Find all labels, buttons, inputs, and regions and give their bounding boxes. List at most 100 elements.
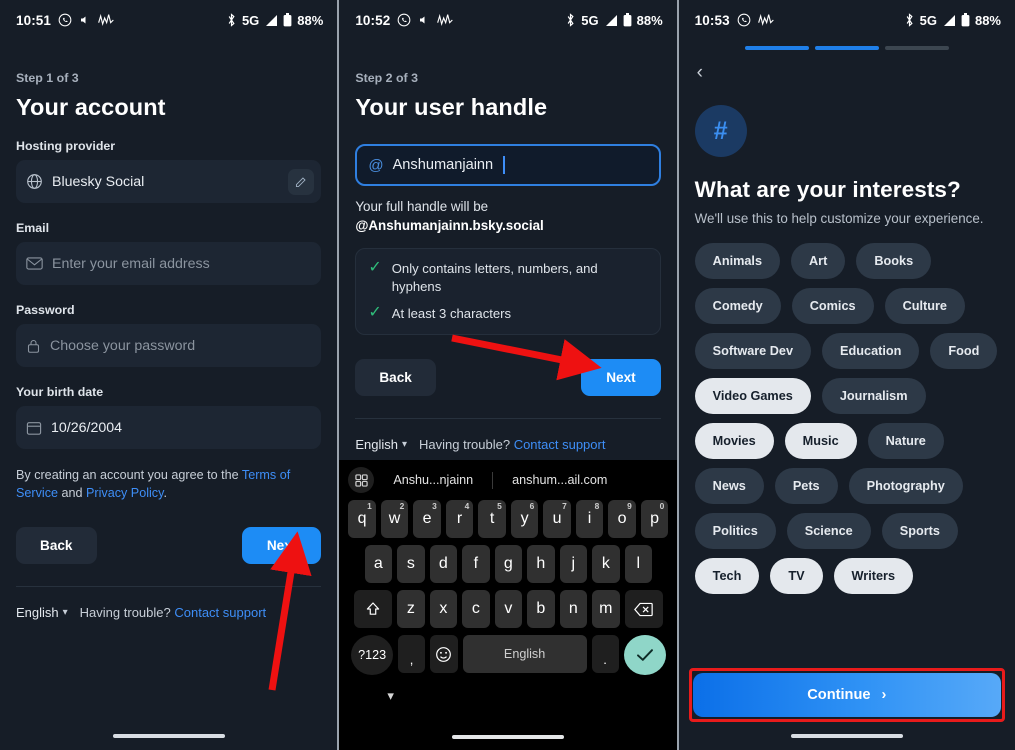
- password-field[interactable]: Choose your password: [16, 324, 322, 367]
- birthdate-field[interactable]: 10/26/2004: [16, 406, 322, 449]
- key-c[interactable]: c: [462, 590, 490, 628]
- signal-icon: [604, 14, 618, 27]
- suggestion-2[interactable]: anshum...ail.com: [503, 473, 616, 487]
- terms-text: By creating an account you agree to the …: [16, 466, 321, 503]
- interest-chip-tech[interactable]: Tech: [694, 558, 760, 594]
- interest-chip-books[interactable]: Books: [856, 243, 932, 279]
- panel-step-3: 10:53 5G 88% ‹ # What are your interests…: [678, 0, 1015, 750]
- key-n[interactable]: n: [559, 590, 588, 628]
- edit-hosting-button[interactable]: [288, 168, 315, 195]
- next-button[interactable]: Next: [241, 526, 322, 564]
- keyboard-row-4: ?123 , English .: [339, 635, 676, 675]
- continue-button[interactable]: Continue ›: [692, 673, 1001, 717]
- back-button[interactable]: Back: [16, 526, 97, 564]
- interest-chip-politics[interactable]: Politics: [694, 513, 776, 549]
- key-u[interactable]: 7u: [543, 500, 571, 538]
- key-z[interactable]: z: [397, 590, 425, 628]
- key-w[interactable]: 2w: [380, 500, 409, 538]
- key-b[interactable]: b: [527, 590, 555, 628]
- key-o[interactable]: 9o: [608, 500, 636, 538]
- interest-chip-science[interactable]: Science: [786, 513, 871, 549]
- footer-divider: [16, 585, 322, 587]
- key-t[interactable]: 5t: [478, 500, 506, 538]
- back-chevron-icon[interactable]: ‹: [697, 62, 703, 83]
- key-i-alt: 8: [594, 501, 600, 511]
- hashtag-avatar: #: [694, 105, 747, 157]
- key-s[interactable]: s: [397, 545, 425, 583]
- email-field[interactable]: Enter your email address: [16, 242, 322, 285]
- checkmark-icon: [636, 649, 653, 661]
- home-indicator[interactable]: [452, 735, 565, 739]
- interest-chip-animals[interactable]: Animals: [694, 243, 781, 279]
- interest-chip-comics[interactable]: Comics: [791, 288, 874, 324]
- interest-chip-news[interactable]: News: [694, 468, 764, 504]
- key-y[interactable]: 6y: [510, 500, 539, 538]
- key-i[interactable]: 8i: [575, 500, 604, 538]
- key-g[interactable]: g: [494, 545, 523, 583]
- hosting-provider-field[interactable]: Bluesky Social: [16, 160, 322, 203]
- comma-key[interactable]: ,: [398, 635, 426, 673]
- interest-chip-art[interactable]: Art: [791, 243, 846, 279]
- key-h[interactable]: h: [527, 545, 555, 583]
- language-selector[interactable]: English ▾: [16, 605, 68, 620]
- language-label: English: [355, 437, 398, 453]
- key-r[interactable]: 4r: [445, 500, 474, 538]
- interest-chip-culture[interactable]: Culture: [884, 288, 965, 324]
- backspace-key[interactable]: [624, 590, 663, 628]
- status-bar-left: 10:51: [16, 13, 114, 28]
- status-bar: 10:52 5G 88%: [339, 0, 676, 40]
- key-j[interactable]: j: [559, 545, 588, 583]
- numeric-key[interactable]: ?123: [351, 635, 394, 675]
- interest-chip-music[interactable]: Music: [784, 423, 857, 459]
- interest-chip-sports[interactable]: Sports: [881, 513, 958, 549]
- interest-chip-journalism[interactable]: Journalism: [821, 378, 926, 414]
- shift-key[interactable]: [354, 590, 393, 628]
- emoji-key[interactable]: [430, 635, 458, 673]
- key-e[interactable]: 3e: [413, 500, 441, 538]
- interest-chip-tv[interactable]: TV: [770, 558, 823, 594]
- interest-chip-food[interactable]: Food: [930, 333, 998, 369]
- interest-chip-photography[interactable]: Photography: [848, 468, 963, 504]
- hide-keyboard-icon[interactable]: ▾: [387, 688, 394, 704]
- key-f[interactable]: f: [462, 545, 490, 583]
- key-l[interactable]: l: [624, 545, 653, 583]
- interest-chip-education[interactable]: Education: [822, 333, 920, 369]
- signal-icon: [942, 14, 956, 27]
- key-p[interactable]: 0p: [640, 500, 669, 538]
- interest-chip-video-games[interactable]: Video Games: [694, 378, 811, 414]
- key-d[interactable]: d: [429, 545, 458, 583]
- key-x[interactable]: x: [429, 590, 458, 628]
- interest-chip-nature[interactable]: Nature: [867, 423, 944, 459]
- contact-support-link[interactable]: Contact support: [514, 437, 606, 452]
- terms-middle: and: [58, 486, 87, 501]
- home-indicator[interactable]: [112, 734, 225, 738]
- suggestion-1[interactable]: Anshu...njainn: [384, 473, 482, 487]
- globe-icon: [26, 173, 43, 190]
- suggestion-separator: [492, 471, 494, 489]
- interest-chip-pets[interactable]: Pets: [774, 468, 838, 504]
- interest-chip-writers[interactable]: Writers: [833, 558, 914, 594]
- key-v[interactable]: v: [494, 590, 523, 628]
- interest-chip-software-dev[interactable]: Software Dev: [694, 333, 812, 369]
- period-key[interactable]: .: [591, 635, 619, 673]
- enter-key[interactable]: [623, 635, 666, 675]
- panel-step-1: 10:51 5G 88% Step 1 of 3 Your account Ho…: [0, 0, 338, 750]
- whatsapp-icon: [58, 13, 72, 27]
- contact-support-link[interactable]: Contact support: [174, 605, 266, 620]
- interest-chip-comedy[interactable]: Comedy: [694, 288, 781, 324]
- space-key[interactable]: English: [462, 635, 587, 673]
- back-button[interactable]: Back: [355, 359, 436, 397]
- key-m[interactable]: m: [592, 590, 620, 628]
- home-indicator[interactable]: [790, 734, 903, 738]
- at-icon: @: [368, 156, 384, 174]
- interest-chip-movies[interactable]: Movies: [694, 423, 774, 459]
- keyboard-grid-icon[interactable]: [348, 467, 375, 493]
- key-a[interactable]: a: [364, 545, 393, 583]
- next-button[interactable]: Next: [581, 359, 661, 397]
- privacy-policy-link[interactable]: Privacy Policy: [86, 486, 163, 500]
- language-selector[interactable]: English ▾: [355, 437, 407, 452]
- key-k[interactable]: k: [592, 545, 620, 583]
- key-q[interactable]: 1q: [348, 500, 376, 538]
- pulse-icon: [437, 13, 454, 27]
- handle-input[interactable]: @ Anshumanjainn: [355, 144, 661, 186]
